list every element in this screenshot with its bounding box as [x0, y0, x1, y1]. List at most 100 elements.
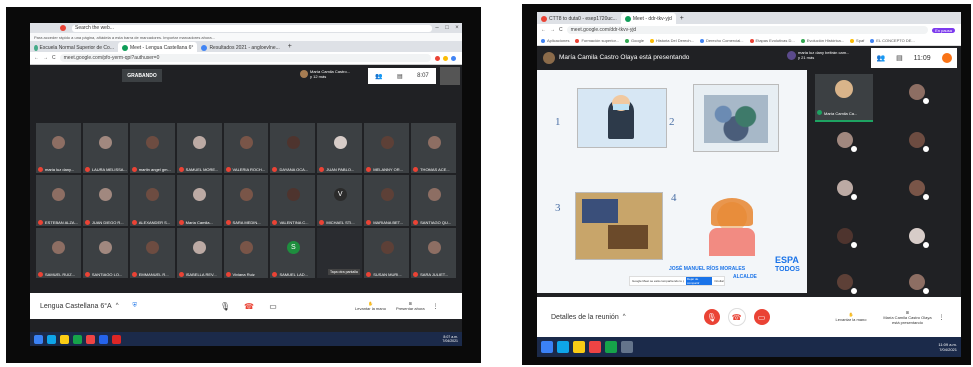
participant-tile[interactable]: V MICHAEL STI... [317, 175, 363, 226]
mic-off-button[interactable]: 🎙 [703, 309, 720, 325]
powerpoint-icon[interactable] [112, 334, 121, 344]
new-tab-icon[interactable]: + [680, 15, 684, 22]
raise-hand-button[interactable]: ✋ Levantar la mano [355, 301, 386, 311]
bookmark-item[interactable]: Evolución Histórica... [800, 38, 844, 43]
app-icon[interactable] [605, 341, 617, 353]
participant-tile[interactable] [815, 218, 873, 258]
app-icon[interactable] [621, 341, 633, 353]
windows-start-icon[interactable] [34, 334, 43, 344]
participant-tile[interactable]: Viviana Ruiz [223, 227, 269, 278]
participant-tile[interactable]: S SAMUEL LAD... [270, 227, 316, 278]
participant-tile[interactable]: SARA MEDIN... [223, 175, 269, 226]
left-title-bar: Search the web... – □ × [30, 23, 462, 33]
chrome-icon[interactable] [60, 25, 66, 31]
chevron-up-icon[interactable]: ^ [623, 314, 626, 320]
participant-tile[interactable]: JUAN PABLO... [317, 123, 363, 174]
hangup-button[interactable]: ☎ [727, 308, 746, 326]
forward-icon[interactable]: → [43, 55, 48, 61]
participant-tile[interactable]: maria luz dany... [36, 123, 81, 174]
minimize-icon[interactable]: – [432, 25, 442, 31]
participant-tile[interactable]: SANTIAGO QU... [411, 175, 456, 226]
chrome-taskbar-icon[interactable] [589, 341, 601, 353]
participant-tile[interactable] [887, 122, 945, 162]
bookmark-item[interactable]: Etapas Evolutivas D... [749, 38, 795, 43]
windows-start-icon[interactable] [541, 341, 553, 353]
participant-tile[interactable]: ALEXANDER S... [129, 175, 175, 226]
close-icon[interactable]: × [452, 25, 462, 31]
participant-tile[interactable]: JUAN DIEGO R... [82, 175, 128, 226]
more-icon[interactable]: ⋮ [938, 314, 944, 321]
bookmark-item[interactable]: Aplicaciones [541, 38, 569, 43]
pinned-tile[interactable]: María Camila Ca... [815, 74, 873, 122]
reload-icon[interactable]: C [559, 27, 563, 33]
folder-icon[interactable] [573, 341, 585, 353]
participant-tile[interactable]: VALERIA ROCH... [223, 123, 269, 174]
extension-icon[interactable] [451, 55, 456, 61]
people-icon[interactable]: 👥 [375, 73, 382, 80]
participant-tile[interactable]: MARIANA BET... [364, 175, 410, 226]
ie-icon[interactable] [47, 334, 56, 344]
profile-button[interactable]: En pausa [932, 27, 955, 33]
account-icon[interactable] [941, 53, 952, 63]
url-field[interactable]: meet.google.com/ddr-tkvv-yjd [566, 26, 929, 34]
participant-tile[interactable]: LAURA MELISSA... [82, 123, 128, 174]
forward-icon[interactable]: → [550, 27, 555, 33]
chat-icon[interactable]: ▤ [397, 73, 403, 80]
hide-button[interactable]: Ocultar [714, 279, 724, 283]
participant-tile[interactable]: MELANNY OR... [364, 123, 410, 174]
meeting-details[interactable]: Detalles de la reunión [551, 314, 619, 321]
meeting-name[interactable]: Lengua Castellana 6°A [40, 303, 112, 310]
word-icon[interactable] [99, 334, 108, 344]
presenter-status-button[interactable]: ⊞ María Camila Castro Olaya está presenta… [880, 310, 934, 325]
people-icon[interactable]: 👥 [876, 54, 885, 62]
bookmark-item[interactable]: Google [625, 38, 644, 43]
chat-icon[interactable]: ▤ [896, 54, 903, 62]
extension-icon[interactable] [443, 55, 448, 61]
participant-tile[interactable]: ISABELLA REV... [176, 227, 222, 278]
participant-tile[interactable]: THOMAS ACE... [411, 123, 456, 174]
participant-tile[interactable] [887, 170, 945, 210]
bookmark-item[interactable]: Formación superior... [575, 38, 619, 43]
participant-tile[interactable]: SUSAN MURI... [364, 227, 410, 278]
participant-tile[interactable]: DAYANA OCA... [270, 123, 316, 174]
participant-tile[interactable] [887, 218, 945, 258]
bookmark-item[interactable]: Spaf [850, 38, 864, 43]
app-icon[interactable] [73, 334, 82, 344]
folder-icon[interactable] [60, 334, 69, 344]
extension-icon[interactable] [435, 55, 440, 61]
camera-button[interactable]: ▭ [265, 298, 281, 314]
raise-hand-button[interactable]: ✋ Levantar la mano [836, 312, 867, 322]
chevron-up-icon[interactable]: ^ [116, 303, 119, 309]
bookmark-item[interactable]: Historia Del Derech... [649, 38, 694, 43]
participant-tile[interactable]: EMMANUEL R... [129, 227, 175, 278]
participant-tile[interactable]: VALENTINA C... [270, 175, 316, 226]
bookmark-item[interactable]: Derecho Comercial... [699, 38, 744, 43]
maximize-icon[interactable]: □ [442, 25, 452, 31]
ie-icon[interactable] [557, 341, 569, 353]
more-icon[interactable]: ⋮ [433, 303, 439, 310]
participant-tile[interactable] [887, 74, 945, 114]
hangup-button[interactable]: ☎ [241, 298, 257, 314]
chrome-taskbar-icon[interactable] [86, 334, 95, 344]
participant-tile[interactable]: SARA JULIET... [411, 227, 456, 278]
participant-tile[interactable]: María Camila... [176, 175, 222, 226]
back-icon[interactable]: ← [34, 55, 39, 61]
participant-tile[interactable]: ESTEBAN ALZA... [36, 175, 81, 226]
reload-icon[interactable]: C [52, 55, 56, 61]
back-icon[interactable]: ← [541, 27, 546, 33]
mic-button[interactable]: 🎙 [217, 298, 233, 314]
participant-tile[interactable]: SAMUEL MORE... [176, 123, 222, 174]
shield-icon[interactable]: ⛨ [133, 303, 138, 310]
url-field[interactable]: meet.google.com/pfo-yerm-qpi?authuser=0 [59, 54, 431, 62]
participant-tile[interactable]: martin angel gm... [129, 123, 175, 174]
new-tab-icon[interactable]: + [288, 43, 292, 50]
participant-tile[interactable] [815, 122, 873, 162]
present-now-button[interactable]: ⊞ Presentar ahora [396, 301, 425, 311]
participant-tile[interactable]: SAMUEL RUIZ... [36, 227, 81, 278]
participant-tile[interactable] [815, 170, 873, 210]
camera-off-button[interactable]: ▭ [753, 309, 770, 325]
bookmark-item[interactable]: EL CONCEPTO DE... [870, 38, 915, 43]
stop-sharing-button[interactable]: Dejar de compartir [686, 277, 713, 285]
search-box[interactable]: Search the web... [72, 24, 432, 32]
participant-tile[interactable]: SANTIAGO LO... [82, 227, 128, 278]
